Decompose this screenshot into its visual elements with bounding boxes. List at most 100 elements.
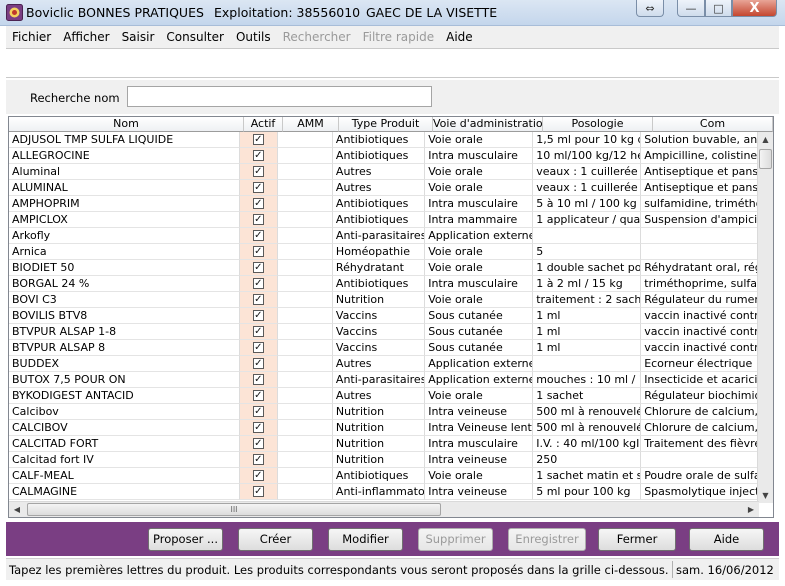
active-checkbox[interactable]: ✓ <box>252 198 264 209</box>
table-row[interactable]: BUDDEX ✓ Autres Application externe Ecorneur… <box>9 356 759 372</box>
active-checkbox[interactable]: ✓ <box>252 246 264 257</box>
close-icon: X <box>749 0 760 16</box>
maximize-button[interactable]: □ <box>705 0 732 17</box>
table-row[interactable]: Calcitad fort IV ✓ Nutrition Intra veineuse… <box>9 452 759 468</box>
table-cell: Application externe <box>425 228 534 244</box>
menu-afficher[interactable]: Afficher <box>57 30 115 44</box>
column-header[interactable]: AMM <box>283 117 339 132</box>
table-cell: ADJUSOL TMP SULFA LIQUIDE <box>9 132 240 148</box>
modifier-button[interactable]: Modifier <box>328 528 403 551</box>
table-row[interactable]: CALMAGINE ✓ Anti-inflammatoiresIntra veine… <box>9 484 759 500</box>
table-row[interactable]: Arnica ✓ Homéopathie Voie orale 5 <box>9 244 759 260</box>
column-header[interactable]: Type Produit <box>339 117 433 132</box>
active-checkbox[interactable]: ✓ <box>252 374 264 385</box>
actif-cell: ✓ <box>239 420 278 436</box>
active-checkbox[interactable]: ✓ <box>252 406 264 417</box>
table-row[interactable]: BUTOX 7,5 POUR ON ✓ Anti-parasitaires Appli… <box>9 372 759 388</box>
table-row[interactable]: BTVPUR ALSAP 8 ✓ Vaccins Sous cutanée 1 ml va… <box>9 340 759 356</box>
table-cell: Autres <box>332 164 426 180</box>
table-cell: Voie orale <box>425 292 534 308</box>
table-cell: vaccin inactivé contre <box>641 340 759 356</box>
active-checkbox[interactable]: ✓ <box>252 166 264 177</box>
horizontal-scroll-thumb[interactable]: III <box>27 503 441 516</box>
enregistrer-button[interactable]: Enregistrer <box>508 528 586 551</box>
table-cell: 1,5 ml pour 10 kg de p <box>533 132 642 148</box>
product-grid: Nom Actif AMM Type Produit Voie d'administra… <box>8 116 774 518</box>
active-checkbox[interactable]: ✓ <box>252 486 264 497</box>
menu-rechercher[interactable]: Rechercher <box>277 30 357 44</box>
table-cell: Voie orale <box>425 164 534 180</box>
table-row[interactable]: AMPHOPRIM ✓ Antibiotiques Intra musculaire 5… <box>9 196 759 212</box>
active-checkbox[interactable]: ✓ <box>252 390 264 401</box>
scroll-left-icon[interactable]: ◀ <box>9 502 25 517</box>
active-checkbox[interactable]: ✓ <box>252 422 264 433</box>
vertical-scrollbar[interactable]: ▲ ▼ <box>757 132 773 503</box>
table-cell: Vaccins <box>332 308 426 324</box>
table-cell: Intra veineuse <box>425 404 534 420</box>
column-header[interactable]: Actif <box>244 117 283 132</box>
column-header[interactable]: Com <box>653 117 773 132</box>
table-row[interactable]: AMPICLOX ✓ Antibiotiques Intra mammaire 1 ap… <box>9 212 759 228</box>
table-cell: BORGAL 24 % <box>9 276 240 292</box>
active-checkbox[interactable]: ✓ <box>252 358 264 369</box>
active-checkbox[interactable]: ✓ <box>252 150 264 161</box>
table-row[interactable]: BIODIET 50 ✓ Réhydratant Voie orale 1 double… <box>9 260 759 276</box>
switch-window-button[interactable]: ⇔ <box>636 0 664 17</box>
vertical-scroll-thumb[interactable] <box>759 149 772 169</box>
horizontal-scrollbar[interactable]: ◀ III ▶ <box>9 501 759 517</box>
menu-fichier[interactable]: Fichier <box>6 30 57 44</box>
active-checkbox[interactable]: ✓ <box>252 262 264 273</box>
table-row[interactable]: BORGAL 24 % ✓ Antibiotiques Intra musculair… <box>9 276 759 292</box>
active-checkbox[interactable]: ✓ <box>252 438 264 449</box>
fermer-button[interactable]: Fermer <box>598 528 676 551</box>
column-header[interactable]: Voie d'administration <box>433 117 543 132</box>
menu-filtre-rapide[interactable]: Filtre rapide <box>357 30 441 44</box>
menu-aide[interactable]: Aide <box>440 30 479 44</box>
table-row[interactable]: CALCITAD FORT ✓ Nutrition Intra musculaire I… <box>9 436 759 452</box>
aide-button[interactable]: Aide <box>689 528 764 551</box>
active-checkbox[interactable]: ✓ <box>252 278 264 289</box>
active-checkbox[interactable]: ✓ <box>252 294 264 305</box>
search-label: Recherche nom <box>30 91 120 105</box>
table-row[interactable]: BYKODIGEST ANTACID ✓ Autres Voie orale 1 sac… <box>9 388 759 404</box>
table-row[interactable]: ADJUSOL TMP SULFA LIQUIDE ✓ Antibiotiques V… <box>9 132 759 148</box>
table-row[interactable]: ALLEGROCINE ✓ Antibiotiques Intra musculair… <box>9 148 759 164</box>
active-checkbox[interactable]: ✓ <box>252 342 264 353</box>
active-checkbox[interactable]: ✓ <box>252 454 264 465</box>
active-checkbox[interactable]: ✓ <box>252 134 264 145</box>
table-cell: 500 ml à renouvelée s <box>533 404 642 420</box>
scroll-up-icon[interactable]: ▲ <box>758 132 773 147</box>
table-row[interactable]: CALF-MEAL ✓ Antibiotiques Voie orale 1 sache… <box>9 468 759 484</box>
proposer-button[interactable]: Proposer ... <box>148 528 223 551</box>
menu-consulter[interactable]: Consulter <box>160 30 230 44</box>
table-row[interactable]: BOVILIS BTV8 ✓ Vaccins Sous cutanée 1 ml vacc… <box>9 308 759 324</box>
menu-outils[interactable]: Outils <box>230 30 277 44</box>
menu-saisir[interactable]: Saisir <box>116 30 161 44</box>
column-header[interactable]: Nom <box>9 117 244 132</box>
column-header[interactable]: Posologie <box>543 117 653 132</box>
table-cell: Aluminal <box>9 164 240 180</box>
table-row[interactable]: Arkofly ✓ Anti-parasitaires Application ext… <box>9 228 759 244</box>
creer-button[interactable]: Créer <box>238 528 313 551</box>
table-row[interactable]: Calcibov ✓ Nutrition Intra veineuse 500 ml à… <box>9 404 759 420</box>
supprimer-button[interactable]: Supprimer <box>418 528 493 551</box>
menu-bar: Fichier Afficher Saisir Consulter Outils Rech… <box>6 26 779 48</box>
scroll-down-icon[interactable]: ▼ <box>758 488 773 503</box>
scroll-right-icon[interactable]: ▶ <box>743 502 759 517</box>
active-checkbox[interactable]: ✓ <box>252 470 264 481</box>
search-input[interactable] <box>127 86 432 107</box>
active-checkbox[interactable]: ✓ <box>252 326 264 337</box>
table-row[interactable]: CALCIBOV ✓ Nutrition Intra Veineuse lente 50… <box>9 420 759 436</box>
minimize-button[interactable]: — <box>677 0 705 17</box>
active-checkbox[interactable]: ✓ <box>252 230 264 241</box>
active-checkbox[interactable]: ✓ <box>252 310 264 321</box>
table-row[interactable]: BOVI C3 ✓ Nutrition Voie orale traitement : … <box>9 292 759 308</box>
active-checkbox[interactable]: ✓ <box>252 214 264 225</box>
table-row[interactable]: ALUMINAL ✓ Autres Voie orale veaux : 1 cuill… <box>9 180 759 196</box>
table-row[interactable]: BTVPUR ALSAP 1-8 ✓ Vaccins Sous cutanée 1 ml… <box>9 324 759 340</box>
close-button[interactable]: X <box>732 0 777 17</box>
maximize-icon: □ <box>713 1 724 15</box>
table-row[interactable]: Aluminal ✓ Autres Voie orale veaux : 1 cuill… <box>9 164 759 180</box>
active-checkbox[interactable]: ✓ <box>252 182 264 193</box>
table-cell <box>277 132 333 148</box>
